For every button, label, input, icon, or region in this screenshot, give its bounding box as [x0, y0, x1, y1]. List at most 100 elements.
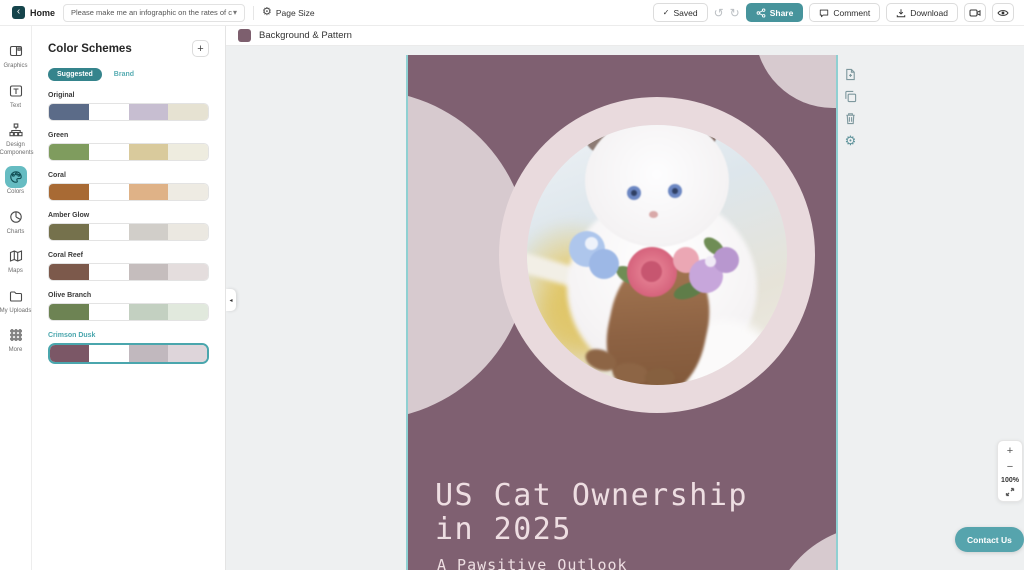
top-toolbar: ‹ Home Please make me an infographic on …	[0, 0, 1024, 26]
decor-circle-top-right[interactable]	[755, 55, 836, 108]
scheme-swatch-row[interactable]	[48, 223, 209, 241]
redo-button[interactable]: ↻	[730, 7, 740, 19]
preview-button[interactable]	[992, 3, 1014, 22]
comment-label: Comment	[833, 7, 871, 18]
duplicate-icon	[845, 90, 857, 103]
design-canvas[interactable]: US Cat Ownership in 2025 A Pawsitive Out…	[406, 55, 838, 570]
kitten-photo-art	[527, 125, 787, 385]
sidebar-item-label: My Uploads	[0, 307, 32, 314]
scheme-olive-branch: Olive Branch	[48, 292, 209, 321]
scheme-swatch-row[interactable]	[48, 343, 209, 364]
zoom-out-button[interactable]: −	[1007, 461, 1013, 474]
sidebar-item-label: Colors	[6, 189, 25, 195]
sidebar-item-text[interactable]: Text	[0, 80, 32, 111]
panel-title: Color Schemes	[48, 42, 132, 55]
page-settings-button[interactable]: ⚙	[844, 134, 857, 147]
color-swatch	[128, 304, 169, 320]
sidebar-item-design-components[interactable]: Design Components	[0, 119, 34, 157]
color-swatch	[168, 264, 208, 280]
color-swatch	[88, 104, 129, 120]
zoom-panel: + − 100%	[997, 440, 1023, 503]
fit-to-screen-button[interactable]	[1005, 487, 1015, 497]
saved-button[interactable]: ✓ Saved	[652, 3, 708, 22]
color-swatch	[128, 264, 169, 280]
scheme-swatch-row[interactable]	[48, 183, 209, 201]
download-icon	[896, 8, 906, 17]
add-page-icon	[846, 68, 855, 81]
more-icon	[5, 324, 27, 346]
scheme-swatch-row[interactable]	[48, 103, 209, 121]
background-color-swatch[interactable]	[238, 29, 251, 42]
panel-collapse-handle[interactable]: ◂	[226, 289, 236, 311]
scheme-label: Amber Glow	[48, 212, 90, 219]
tab-brand[interactable]: Brand	[114, 71, 134, 78]
color-swatch	[49, 264, 89, 280]
video-camera-icon	[969, 9, 981, 16]
contact-us-button[interactable]: Contact Us	[955, 527, 1024, 552]
color-swatch	[167, 345, 207, 362]
download-button[interactable]: Download	[886, 3, 958, 22]
color-swatch	[128, 224, 169, 240]
undo-button[interactable]: ↺	[714, 7, 724, 19]
scheme-green: Green	[48, 132, 209, 161]
add-color-scheme-button[interactable]: +	[192, 40, 209, 57]
decor-circle-bottom-right[interactable]	[768, 525, 836, 570]
prompt-text: Please make me an infographic on the rat…	[71, 8, 232, 17]
color-swatch	[88, 304, 129, 320]
color-swatch	[49, 144, 89, 160]
page-tools: ⚙	[844, 68, 857, 147]
scheme-amber-glow: Amber Glow	[48, 212, 209, 241]
maps-icon	[5, 245, 27, 267]
scheme-label: Crimson Dusk	[48, 332, 96, 339]
share-button[interactable]: Share	[745, 3, 804, 22]
tab-suggested[interactable]: Suggested	[48, 68, 102, 81]
left-navigation-rail: Graphics Text Design Components Colors C…	[0, 26, 34, 570]
home-button[interactable]: ‹ Home	[12, 6, 55, 19]
record-video-button[interactable]	[964, 3, 986, 22]
share-label: Share	[769, 7, 794, 18]
sidebar-item-my-uploads[interactable]: My Uploads	[0, 285, 32, 316]
sidebar-item-more[interactable]: More	[0, 324, 32, 355]
home-label: Home	[30, 7, 56, 18]
page-size-button[interactable]: ⚙ Page Size	[262, 7, 315, 18]
delete-page-button[interactable]	[844, 112, 857, 125]
sidebar-item-graphics[interactable]: Graphics	[0, 40, 32, 71]
sidebar-item-charts[interactable]: Charts	[0, 206, 32, 237]
color-swatch	[49, 184, 89, 200]
photo-frame-ring[interactable]	[499, 97, 815, 413]
home-back-icon: ‹	[12, 6, 25, 19]
chevron-down-icon: ▾	[233, 8, 238, 17]
color-swatch	[128, 345, 168, 362]
canvas-subtitle-text[interactable]: A Pawsitive Outlook	[437, 556, 628, 570]
canvas-title-text[interactable]: US Cat Ownership in 2025	[435, 479, 748, 547]
color-swatch	[168, 184, 208, 200]
scheme-swatch-row[interactable]	[48, 263, 209, 281]
scheme-label: Original	[48, 92, 75, 99]
sidebar-item-colors[interactable]: Colors	[0, 166, 32, 197]
design-components-icon	[5, 119, 27, 141]
trash-icon	[846, 113, 855, 125]
color-swatch	[168, 224, 208, 240]
color-swatch	[128, 184, 169, 200]
sidebar-item-maps[interactable]: Maps	[0, 245, 32, 276]
text-icon	[5, 80, 27, 102]
color-swatch	[128, 144, 169, 160]
selection-label: Background & Pattern	[259, 30, 352, 41]
prompt-dropdown[interactable]: Please make me an infographic on the rat…	[63, 3, 246, 22]
selection-toolbar: Background & Pattern	[226, 26, 1024, 46]
page-size-label: Page Size	[275, 7, 315, 18]
comment-button[interactable]: Comment	[809, 3, 881, 22]
scheme-swatch-row[interactable]	[48, 303, 209, 321]
scheme-label: Olive Branch	[48, 292, 92, 299]
duplicate-page-button[interactable]	[844, 90, 857, 103]
add-page-button[interactable]	[844, 68, 857, 81]
sidebar-item-label: Maps	[8, 268, 23, 274]
sidebar-item-label: Charts	[6, 228, 25, 235]
scheme-swatch-row[interactable]	[48, 143, 209, 161]
sidebar-item-label: More	[8, 347, 23, 353]
zoom-in-button[interactable]: +	[1007, 445, 1013, 458]
scheme-list: Original Green Coral Amber Glow Coral Re…	[48, 92, 209, 364]
scheme-label: Green	[48, 132, 69, 139]
color-swatch	[49, 304, 89, 320]
kitten-photo[interactable]	[527, 125, 787, 385]
